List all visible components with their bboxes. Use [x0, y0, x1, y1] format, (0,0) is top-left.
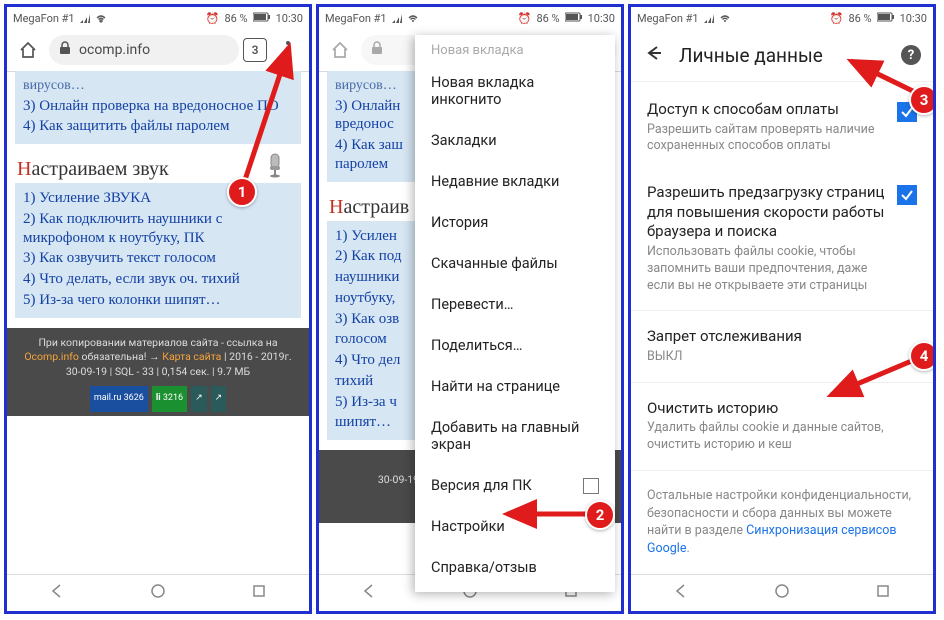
battery-pct: 86 % [224, 12, 247, 25]
link[interactable]: 3) Онлайн проверка на вредоносное ПО [23, 97, 293, 116]
home-icon[interactable] [11, 33, 45, 67]
app-bar: Личные данные ? [631, 29, 933, 82]
counter-badge: ↗ [191, 386, 207, 412]
page-title: Личные данные [679, 44, 885, 67]
menu-item-find[interactable]: Найти на странице [415, 366, 615, 407]
url-text: ocomp.info [79, 42, 150, 58]
url-field[interactable]: ocomp.info [49, 35, 239, 65]
wifi-icon [407, 13, 419, 23]
counter-badge: mail.ru 3626 [90, 386, 148, 412]
site-footer: При копировании материалов сайта - ссылк… [7, 328, 309, 416]
menu-item-incognito[interactable]: Новая вкладка инкогнито [415, 62, 615, 120]
clock: 10:30 [276, 12, 303, 25]
counter-badge: ↗ [211, 386, 227, 412]
checkbox-icon[interactable] [583, 478, 599, 494]
recent-icon[interactable] [875, 583, 891, 603]
menu-item-add-home[interactable]: Добавить на главный экран [415, 407, 615, 465]
signal-icon [80, 13, 90, 23]
pref-do-not-track[interactable]: Запрет отслеживания ВЫКЛ [631, 313, 933, 379]
signal-icon [704, 13, 714, 23]
menu-item-downloads[interactable]: Скачанные файлы [415, 243, 615, 284]
home-icon[interactable] [323, 33, 357, 67]
battery-icon [253, 12, 271, 25]
back-arrow-icon[interactable] [643, 43, 663, 67]
wifi-icon [95, 13, 107, 23]
menu-item-translate[interactable]: Перевести… [415, 284, 615, 325]
menu-item-history[interactable]: История [415, 202, 615, 243]
recent-icon[interactable] [251, 583, 267, 603]
link[interactable]: 4) Как защитить файлы паролем [23, 117, 293, 136]
back-icon[interactable] [361, 583, 377, 603]
callout-4: 4 [909, 341, 936, 371]
link[interactable]: 2) Как подключить наушники с микрофоном … [23, 210, 293, 248]
menu-item-new-tab[interactable]: Новая вкладка [415, 39, 615, 62]
alarm-icon: ⏰ [206, 12, 220, 25]
tab-count[interactable]: 3 [243, 38, 267, 62]
back-icon[interactable] [49, 583, 65, 603]
section-heading: Настраиваем звук [17, 158, 301, 181]
link[interactable]: 5) Из-за чего колонки шипят… [23, 291, 293, 310]
pref-clear-history[interactable]: Очистить историю Удалить файлы cookie и … [631, 385, 933, 468]
link[interactable]: 3) Как озвучить текст голосом [23, 249, 293, 268]
url-bar: ocomp.info 3 [7, 29, 309, 71]
settings-list[interactable]: Доступ к способам оплаты Разрешить сайта… [631, 82, 933, 575]
menu-dots-icon[interactable] [271, 33, 305, 67]
back-icon[interactable] [673, 583, 689, 603]
link[interactable]: вирусов… [23, 77, 293, 95]
pref-payment-access[interactable]: Доступ к способам оплаты Разрешить сайта… [631, 86, 933, 169]
callout-2: 2 [585, 500, 615, 530]
menu-item-recent-tabs[interactable]: Недавние вкладки [415, 161, 615, 202]
status-bar: MegaFon #1 ⏰ 86 % 10:30 [7, 7, 309, 29]
home-nav-icon[interactable] [150, 583, 166, 603]
wifi-icon [719, 13, 731, 23]
counter-badge: li 3216 [152, 386, 187, 412]
pref-preload[interactable]: Разрешить предзагрузку страниц для повыш… [631, 169, 933, 308]
home-nav-icon[interactable] [774, 583, 790, 603]
menu-item-share[interactable]: Поделиться… [415, 325, 615, 366]
privacy-info: Остальные настройки конфиденциальности, … [631, 473, 933, 571]
help-icon[interactable]: ? [901, 45, 921, 65]
screenshot-3: MegaFon #1 ⏰ 86 % 10:30 Личные данные ? … [628, 4, 936, 614]
menu-item-desktop[interactable]: Версия для ПК [415, 465, 615, 506]
nav-bar [631, 574, 933, 611]
page-content[interactable]: вирусов… 3) Онлайн проверка на вредоносн… [7, 71, 309, 575]
callout-3: 3 [909, 85, 936, 115]
signal-icon [392, 13, 402, 23]
checkbox-checked-icon[interactable] [897, 185, 917, 205]
battery-icon [877, 12, 895, 25]
status-bar: MegaFon #1 ⏰ 86 % 10:30 [631, 7, 933, 29]
lock-icon [59, 41, 71, 59]
microphone-icon [263, 150, 291, 184]
menu-item-bookmarks[interactable]: Закладки [415, 120, 615, 161]
status-bar: MegaFon #1 ⏰ 86 % 10:30 [319, 7, 621, 29]
battery-icon [565, 12, 583, 25]
screenshot-1: MegaFon #1 ⏰ 86 % 10:30 ocomp.info 3 вир… [4, 4, 312, 614]
lock-icon [371, 41, 383, 59]
callout-1: 1 [227, 177, 257, 207]
overflow-menu: Новая вкладка Новая вкладка инкогнито За… [415, 35, 615, 592]
carrier-label: MegaFon #1 [13, 12, 75, 25]
nav-bar [7, 574, 309, 611]
screenshot-2: MegaFon #1 ⏰ 86 % 10:30 вирусов… 3) Онла… [316, 4, 624, 614]
menu-item-help[interactable]: Справка/отзыв [415, 547, 615, 588]
link[interactable]: 4) Что делать, если звук оч. тихий [23, 270, 293, 289]
